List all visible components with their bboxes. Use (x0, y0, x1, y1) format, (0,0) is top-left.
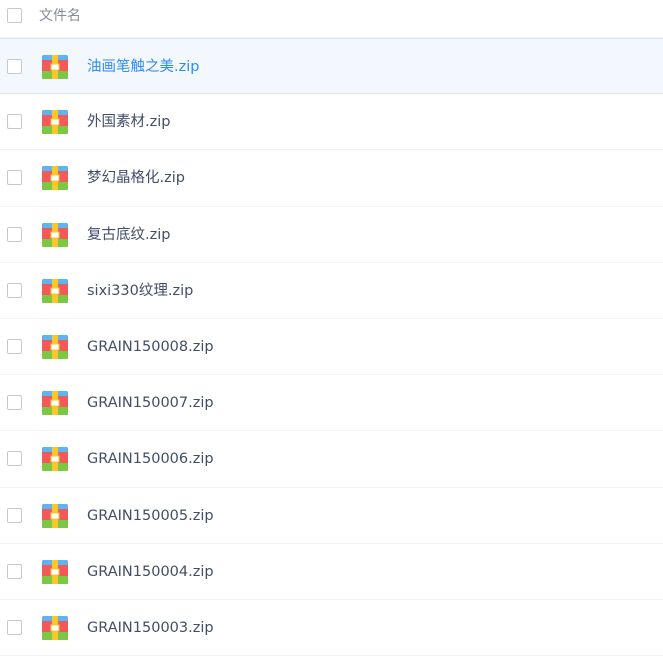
zip-archive-icon (42, 334, 68, 359)
file-list-header: 文件名 (0, 0, 663, 38)
file-row[interactable]: 油画笔触之美.zip (0, 38, 663, 95)
file-name-link[interactable]: 油画笔触之美.zip (87, 57, 199, 77)
row-checkbox[interactable] (7, 114, 22, 130)
file-row[interactable]: GRAIN150008.zip (0, 319, 663, 376)
file-name-link[interactable]: 复古底纹.zip (87, 225, 170, 245)
file-row[interactable]: GRAIN150004.zip (0, 544, 663, 600)
zip-archive-icon (42, 503, 68, 528)
zip-archive-icon (42, 222, 68, 247)
file-list: 油画笔触之美.zip 外国素材.zip 梦幻晶格化.zip 复古底纹.zip sixi3… (0, 38, 663, 657)
file-name-link[interactable]: sixi330纹理.zip (87, 281, 193, 301)
row-checkbox[interactable] (7, 619, 22, 635)
column-header-filename[interactable]: 文件名 (39, 8, 81, 24)
row-checkbox[interactable] (7, 338, 22, 354)
file-name-link[interactable]: 外国素材.zip (87, 112, 170, 132)
file-row[interactable]: GRAIN150007.zip (0, 375, 663, 432)
file-name-link[interactable]: GRAIN150005.zip (87, 506, 214, 526)
file-row[interactable]: GRAIN150006.zip (0, 431, 663, 488)
zip-archive-icon (42, 166, 68, 191)
zip-archive-icon (42, 391, 68, 416)
row-checkbox[interactable] (7, 170, 22, 186)
file-row[interactable]: sixi330纹理.zip (0, 263, 663, 319)
file-row[interactable]: 外国素材.zip (0, 94, 663, 151)
file-name-link[interactable]: GRAIN150004.zip (87, 562, 214, 582)
file-name-link[interactable]: GRAIN150008.zip (87, 337, 214, 357)
zip-archive-icon (42, 278, 68, 303)
zip-archive-icon (42, 615, 68, 640)
file-name-link[interactable]: GRAIN150007.zip (87, 393, 214, 413)
file-name-link[interactable]: 梦幻晶格化.zip (87, 168, 185, 188)
file-row[interactable]: GRAIN150003.zip (0, 600, 663, 657)
row-checkbox[interactable] (7, 451, 22, 467)
file-row[interactable]: 梦幻晶格化.zip (0, 150, 663, 207)
zip-archive-icon (42, 559, 68, 584)
select-all-checkbox[interactable] (7, 8, 22, 23)
row-checkbox[interactable] (7, 507, 22, 523)
row-checkbox[interactable] (7, 282, 22, 298)
zip-archive-icon (42, 55, 68, 79)
file-row[interactable]: GRAIN150005.zip (0, 488, 663, 544)
zip-archive-icon (42, 110, 68, 135)
file-name-link[interactable]: GRAIN150006.zip (87, 449, 214, 469)
zip-archive-icon (42, 447, 68, 472)
row-checkbox[interactable] (7, 563, 22, 579)
row-checkbox[interactable] (7, 226, 22, 242)
file-name-link[interactable]: GRAIN150003.zip (87, 618, 214, 638)
row-checkbox[interactable] (7, 395, 22, 411)
file-row[interactable]: 复古底纹.zip (0, 207, 663, 263)
row-checkbox[interactable] (7, 59, 22, 74)
